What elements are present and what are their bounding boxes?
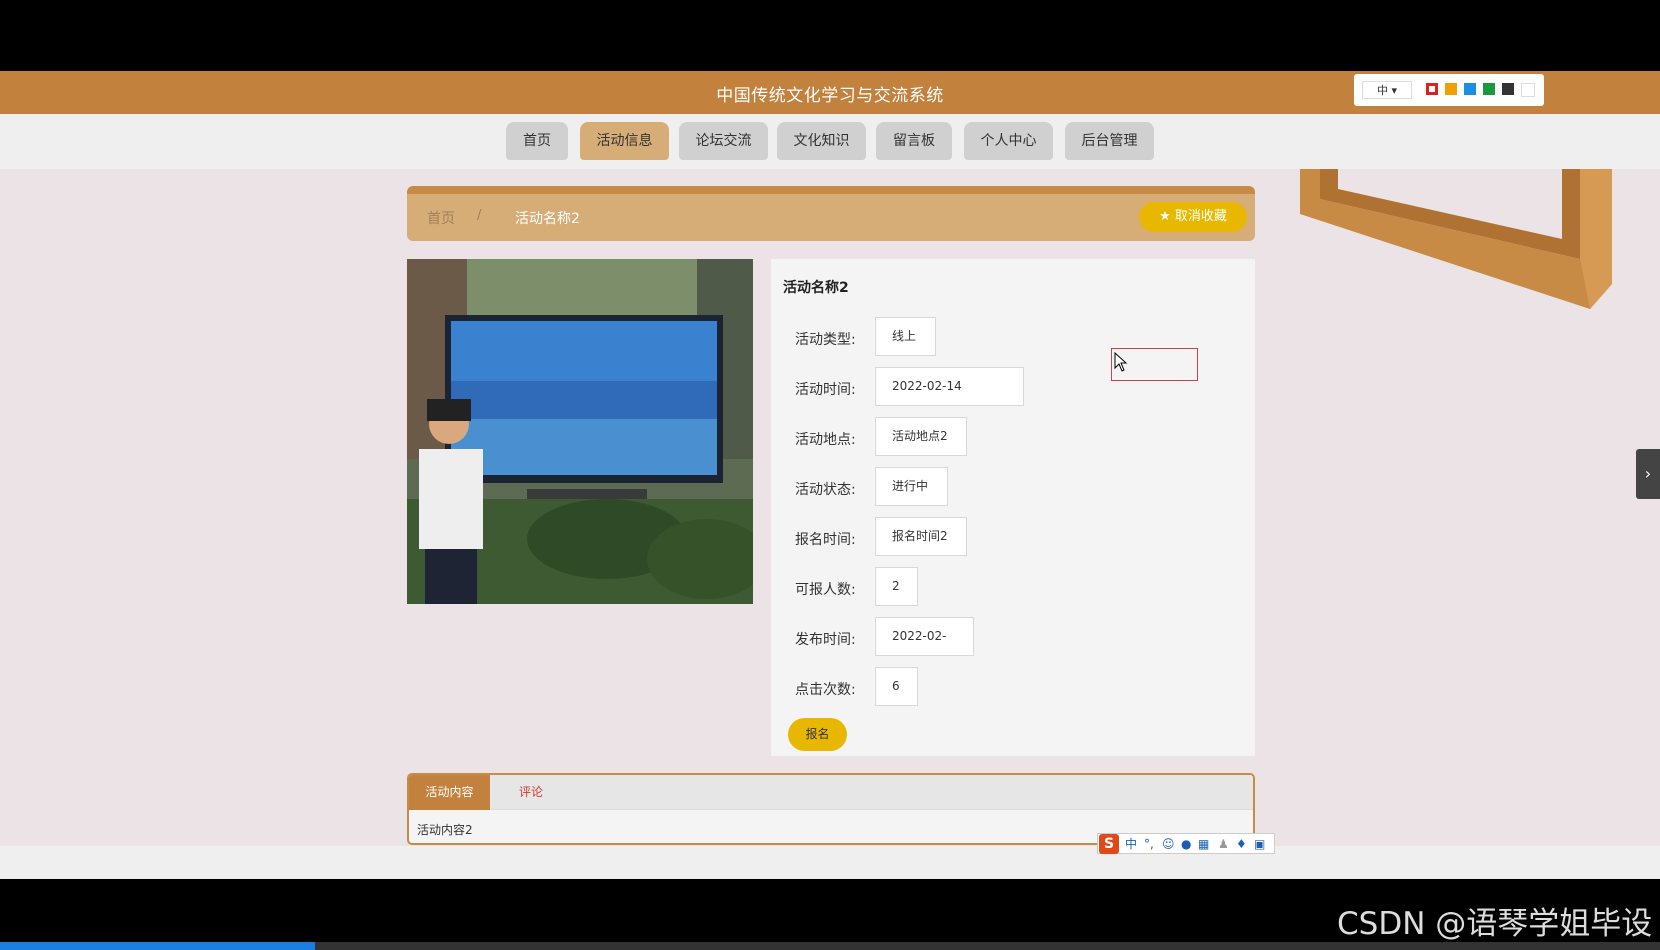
nav-item-culture[interactable]: 文化知识: [777, 122, 866, 160]
ime-lang-icon[interactable]: 中: [1125, 835, 1137, 853]
ime-voice-icon[interactable]: ●: [1181, 835, 1191, 853]
decorative-frame: [1300, 169, 1612, 309]
breadcrumb: 首页 / 活动名称2 ★ 取消收藏: [407, 186, 1255, 241]
field-label-time: 活动时间:: [795, 382, 856, 398]
nav-item-guestbook[interactable]: 留言板: [876, 122, 952, 160]
ime-user-icon[interactable]: ♟: [1218, 835, 1229, 853]
field-value-capacity: 2: [875, 567, 918, 606]
activity-detail-panel: 活动名称2 活动类型: 线上 活动时间: 2022-02-14 12:49:26…: [771, 259, 1255, 756]
activity-photo: [407, 259, 753, 604]
unfavorite-button[interactable]: ★ 取消收藏: [1139, 202, 1247, 232]
ime-punctuation-icon[interactable]: °,: [1144, 835, 1154, 853]
breadcrumb-separator: /: [477, 208, 482, 223]
ime-toolbar: S 中 °, ☺ ● ▦ ♟ ♦ ▣: [1097, 833, 1275, 854]
field-value-type: 线上: [875, 317, 936, 356]
ime-emoji-icon[interactable]: ☺: [1162, 835, 1175, 853]
theme-swatch-orange[interactable]: [1445, 83, 1457, 95]
ime-skin-icon[interactable]: ♦: [1236, 835, 1247, 853]
field-label-location: 活动地点:: [795, 432, 856, 448]
mouse-cursor-icon: [1114, 352, 1128, 372]
tab-body-text: 活动内容2: [417, 823, 473, 837]
language-select[interactable]: 中 ▾: [1362, 81, 1412, 99]
watermark: CSDN @语琴学姐毕设: [1337, 906, 1653, 942]
field-label-signup-time: 报名时间:: [795, 532, 856, 548]
field-value-status: 进行中: [875, 467, 948, 506]
ime-logo-icon[interactable]: S: [1099, 834, 1119, 854]
nav-item-forum[interactable]: 论坛交流: [679, 122, 768, 160]
field-value-clicks: 6: [875, 667, 918, 706]
field-value-location: 活动地点2: [875, 417, 967, 456]
nav-item-home[interactable]: 首页: [506, 122, 568, 160]
nav-item-admin[interactable]: 后台管理: [1065, 122, 1154, 160]
nav-item-profile[interactable]: 个人中心: [964, 122, 1053, 160]
site-header: 中国传统文化学习与交流系统 中 ▾: [0, 71, 1660, 114]
tabs-header: 活动内容 评论: [409, 775, 1253, 810]
tab-comments[interactable]: 评论: [505, 775, 557, 810]
field-label-capacity: 可报人数:: [795, 582, 856, 598]
field-value-publish-time: 2022-02-14: [875, 617, 974, 680]
theme-toolbar: 中 ▾: [1354, 74, 1544, 106]
theme-swatch-white[interactable]: [1521, 83, 1535, 97]
main-nav: 首页 活动信息 论坛交流 文化知识 留言板 个人中心 后台管理: [0, 114, 1660, 169]
theme-swatch-red[interactable]: [1426, 83, 1438, 95]
breadcrumb-home[interactable]: 首页: [427, 208, 455, 228]
signup-button[interactable]: 报名: [788, 718, 847, 751]
activity-title: 活动名称2: [783, 280, 849, 296]
field-value-time: 2022-02-14 12:49:26: [875, 367, 1024, 430]
breadcrumb-current: 活动名称2: [515, 211, 580, 227]
field-label-publish-time: 发布时间:: [795, 632, 856, 648]
ime-keyboard-icon[interactable]: ▦: [1198, 835, 1209, 853]
video-progress-fill: [0, 942, 315, 950]
tab-activity-content[interactable]: 活动内容: [409, 775, 490, 810]
footer-strip: [0, 846, 1660, 879]
theme-swatch-dark[interactable]: [1502, 83, 1514, 95]
field-label-type: 活动类型:: [795, 332, 856, 348]
field-value-signup-time: 报名时间2: [875, 517, 967, 556]
ime-tools-icon[interactable]: ▣: [1254, 835, 1265, 853]
side-panel-toggle[interactable]: ›: [1636, 449, 1660, 499]
field-label-clicks: 点击次数:: [795, 682, 856, 698]
nav-item-activities[interactable]: 活动信息: [580, 122, 669, 160]
theme-swatch-green[interactable]: [1483, 83, 1495, 95]
theme-swatch-blue[interactable]: [1464, 83, 1476, 95]
field-label-status: 活动状态:: [795, 482, 856, 498]
